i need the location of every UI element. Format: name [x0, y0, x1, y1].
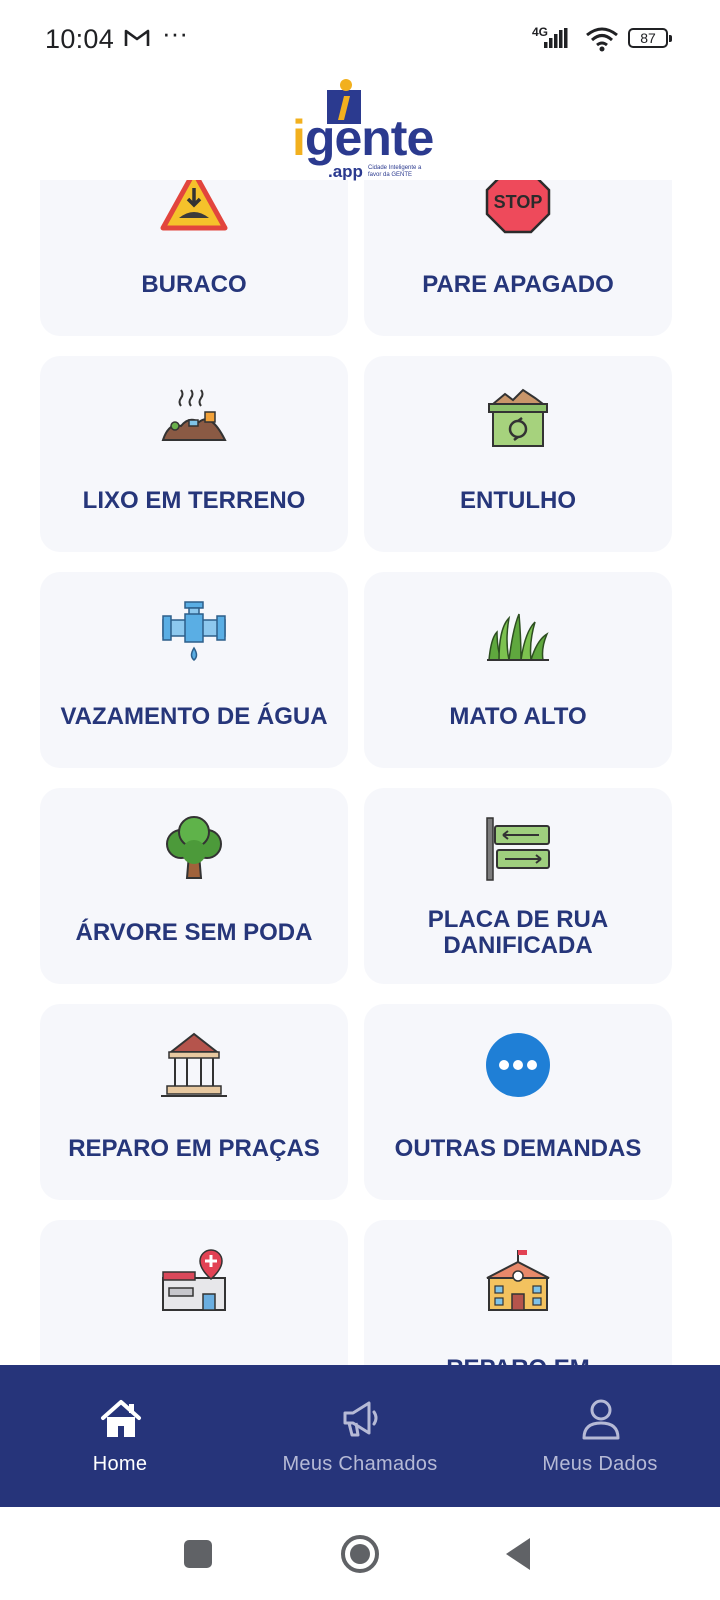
home-icon — [101, 1400, 141, 1437]
nav-home-label: Home — [92, 1453, 148, 1475]
gazebo-icon — [161, 1032, 227, 1097]
user-icon — [582, 1399, 620, 1440]
category-label — [50, 1330, 338, 1365]
category-card-mato-alto[interactable]: MATO ALTO — [364, 572, 672, 768]
category-card-entulho[interactable]: ENTULHO — [364, 356, 672, 552]
category-label: ENTULHO — [460, 487, 576, 514]
category-card-buraco[interactable]: BURACO — [40, 180, 348, 336]
category-label: MATO ALTO — [449, 703, 587, 730]
logo-wordmark: igente — [292, 110, 434, 166]
category-label: VAZAMENTO DE ÁGUA — [60, 703, 328, 730]
category-card-vazamento-de-agua[interactable]: VAZAMENTO DE ÁGUA — [40, 572, 348, 768]
more-dots-icon — [486, 1033, 550, 1097]
megaphone-icon — [343, 1401, 378, 1437]
category-label: PARE APAGADO — [422, 271, 614, 298]
category-label: OUTRAS DEMANDAS — [394, 1135, 642, 1162]
category-card-arvore-sem-poda[interactable]: ÁRVORE SEM PODA — [40, 788, 348, 984]
category-card-reparo-em-pracas[interactable]: REPARO EM PRAÇAS — [40, 1004, 348, 1200]
category-label: BURACO — [141, 271, 247, 298]
nav-meus-dados[interactable]: Meus Dados — [480, 1365, 720, 1507]
wifi-icon — [586, 27, 618, 52]
category-label: PLACA DE RUA DANIFICADA — [427, 906, 609, 959]
bottom-navigation: Home Meus Chamados Meus Dados — [0, 1365, 720, 1507]
category-card-outras-demandas[interactable]: OUTRAS DEMANDAS — [364, 1004, 672, 1200]
category-card-lixo-em-terreno[interactable]: LIXO EM TERRENO — [40, 356, 348, 552]
app-header: igente .app Cidade Inteligente a favor d… — [0, 78, 720, 181]
more-notifications-icon: ··· — [162, 18, 188, 48]
tall-grass-icon — [487, 613, 549, 661]
svg-text:STOP: STOP — [494, 192, 543, 212]
signal-icon — [544, 28, 568, 48]
home-button-icon[interactable] — [335, 1529, 385, 1579]
category-scroll-area[interactable]: BURACO STOP PARE APAGADO LIXO EM TERRENO — [0, 180, 720, 1365]
system-navigation-bar — [0, 1507, 720, 1600]
category-label: LIXO EM TERRENO — [82, 487, 306, 514]
health-unit-icon — [162, 1249, 226, 1311]
category-card-reparo-em[interactable]: REPARO EM — [364, 1220, 672, 1365]
category-label: ÁRVORE SEM PODA — [75, 919, 313, 946]
rubble-container-icon — [488, 388, 548, 447]
nav-meus-chamados[interactable]: Meus Chamados — [240, 1365, 480, 1507]
status-bar: 10:04 ··· 4G 87 — [0, 0, 720, 80]
pothole-warning-icon — [160, 180, 228, 231]
garbage-pile-icon — [161, 389, 227, 441]
logo-subtitle: .app — [328, 162, 363, 181]
nav-home[interactable]: Home — [0, 1365, 240, 1507]
status-time: 10:04 — [45, 24, 115, 54]
battery-icon: 87 — [628, 28, 672, 48]
stop-sign-icon: STOP — [485, 180, 551, 234]
category-label: REPARO EM — [374, 1356, 662, 1366]
gmail-icon — [124, 29, 150, 46]
tree-icon — [166, 816, 222, 879]
nav-meus-chamados-label: Meus Chamados — [282, 1453, 438, 1475]
street-sign-icon — [486, 817, 550, 881]
logo-tagline: Cidade Inteligente a favor da GENTE — [368, 165, 422, 178]
nav-meus-dados-label: Meus Dados — [542, 1453, 658, 1475]
category-label: REPARO EM PRAÇAS — [68, 1135, 320, 1162]
category-card-health-unit[interactable] — [40, 1220, 348, 1365]
water-pipe-leak-icon — [162, 601, 226, 661]
igente-logo: igente .app Cidade Inteligente a favor d… — [292, 78, 434, 181]
battery-level: 87 — [640, 30, 656, 46]
recents-button-icon[interactable] — [173, 1529, 223, 1579]
school-building-icon — [486, 1250, 550, 1311]
back-button-icon[interactable] — [496, 1529, 546, 1579]
category-card-pare-apagado[interactable]: STOP PARE APAGADO — [364, 180, 672, 336]
category-card-placa-de-rua-danificada[interactable]: PLACA DE RUA DANIFICADA — [364, 788, 672, 984]
